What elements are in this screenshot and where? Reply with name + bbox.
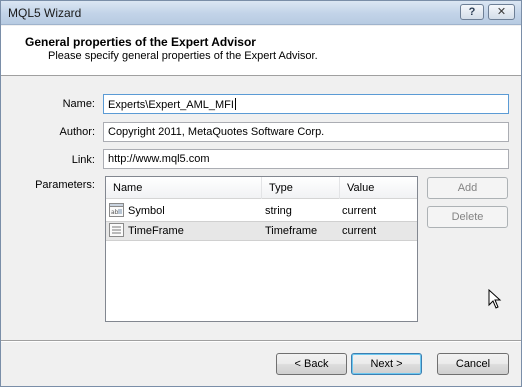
list-param-icon <box>109 223 124 237</box>
footer-separator <box>1 340 521 342</box>
mouse-cursor-icon <box>488 289 502 309</box>
name-label: Name: <box>62 98 95 110</box>
cancel-button[interactable]: Cancel <box>437 353 509 375</box>
next-button[interactable]: Next > <box>351 353 422 375</box>
param-value: current <box>342 225 377 237</box>
author-label: Author: <box>59 126 95 138</box>
link-field[interactable]: http://www.mql5.com <box>103 149 509 169</box>
parameters-label: Parameters: <box>35 179 95 191</box>
mql5-wizard-window: MQL5 Wizard ? ✕ General properties of th… <box>0 0 522 387</box>
param-value: current <box>342 205 377 217</box>
window-title: MQL5 Wizard <box>8 6 82 20</box>
param-type: Timeframe <box>265 225 318 237</box>
column-header-value[interactable]: Value <box>340 177 417 199</box>
svg-text:ab: ab <box>111 209 119 216</box>
text-caret <box>234 98 236 110</box>
param-name: Symbol <box>128 205 165 217</box>
parameters-list[interactable]: Name Type Value ab Symbol string current… <box>105 176 418 322</box>
title-bar[interactable]: MQL5 Wizard ? ✕ <box>1 1 521 25</box>
close-button[interactable]: ✕ <box>488 4 515 20</box>
author-field[interactable]: Copyright 2011, MetaQuotes Software Corp… <box>103 122 509 142</box>
add-button[interactable]: Add <box>427 177 508 199</box>
link-label: Link: <box>71 154 95 166</box>
page-title: General properties of the Expert Advisor <box>25 35 256 49</box>
wizard-header: General properties of the Expert Advisor… <box>1 26 521 76</box>
column-header-type[interactable]: Type <box>262 177 340 199</box>
page-subtitle: Please specify general properties of the… <box>48 50 318 62</box>
link-field-value: http://www.mql5.com <box>108 153 210 165</box>
param-type: string <box>265 205 292 217</box>
column-header-name[interactable]: Name <box>106 177 262 199</box>
delete-button[interactable]: Delete <box>427 206 508 228</box>
text-param-icon: ab <box>109 203 124 217</box>
table-row[interactable]: ab Symbol string current <box>106 201 417 221</box>
help-button[interactable]: ? <box>460 4 484 20</box>
param-name: TimeFrame <box>128 225 184 237</box>
name-field[interactable]: Experts\Expert_AML_MFI <box>103 94 509 114</box>
close-icon: ✕ <box>496 6 507 18</box>
author-field-value: Copyright 2011, MetaQuotes Software Corp… <box>108 126 325 138</box>
table-row-selected[interactable]: TimeFrame Timeframe current <box>106 221 417 241</box>
parameters-list-header: Name Type Value <box>106 177 417 199</box>
back-button[interactable]: < Back <box>276 353 347 375</box>
name-field-value: Experts\Expert_AML_MFI <box>108 99 234 111</box>
